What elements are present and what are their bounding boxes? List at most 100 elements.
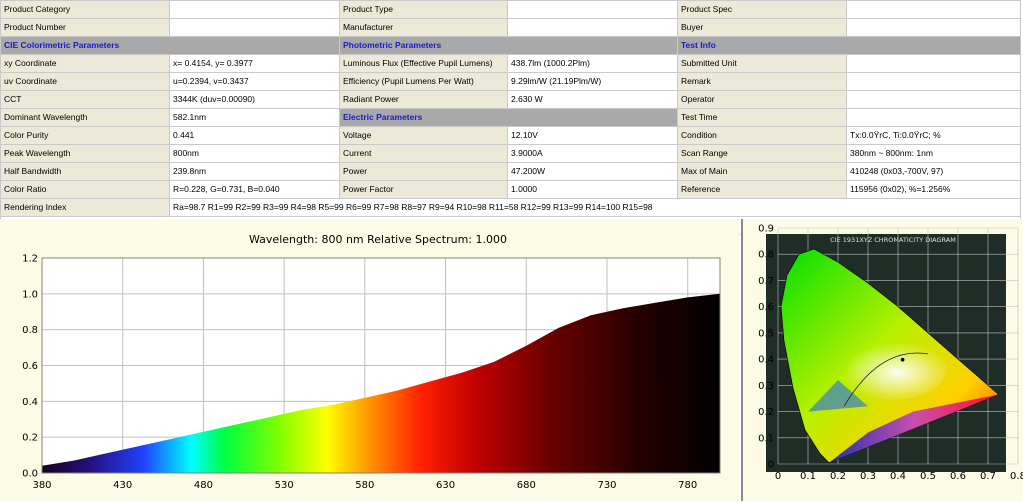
spectrum-header: Wavelength: 800 nm Relative Spectrum: 1.… xyxy=(249,233,507,246)
uv-coordinate-label: uv Coordinate xyxy=(0,72,170,91)
spectrum-panel: Wavelength: 800 nm Relative Spectrum: 1.… xyxy=(0,219,740,501)
luminous-flux-value: 438.7lm (1000.2Plm) xyxy=(507,54,678,73)
voltage-value: 12.10V xyxy=(507,126,678,145)
table-row: Product Category Product Type Product Spec xyxy=(0,0,1021,19)
spectrum-y-tick-label: 0.4 xyxy=(22,397,38,408)
spectrum-chart: Wavelength: 800 nm Relative Spectrum: 1.… xyxy=(22,233,721,491)
operator-value xyxy=(846,90,1021,109)
product-type-label: Product Type xyxy=(339,0,508,19)
buyer-value xyxy=(846,18,1021,37)
spectrum-x-tick-label: 480 xyxy=(194,480,213,491)
table-row: Peak Wavelength 800nm Current 3.9000A Scan R… xyxy=(0,144,1021,163)
color-ratio-label: Color Ratio xyxy=(0,180,170,199)
table-row: Product Number Manufacturer Buyer xyxy=(0,18,1021,37)
test-info-section-header: Test Info xyxy=(677,36,1021,55)
luminous-flux-label: Luminous Flux (Effective Pupil Lumens) xyxy=(339,54,508,73)
scan-range-value: 380nm ~ 800nm: 1nm xyxy=(846,144,1021,163)
cct-label: CCT xyxy=(0,90,170,109)
spectrum-y-tick-label: 1.2 xyxy=(22,254,38,265)
submitted-unit-value xyxy=(846,54,1021,73)
peak-wavelength-label: Peak Wavelength xyxy=(0,144,170,163)
table-row: CIE Colorimetric Parameters Photometric P… xyxy=(0,36,1021,55)
chromaticity-title: CIE 1931XYZ CHROMATICITY DIAGRAM xyxy=(830,236,956,244)
spectrum-y-tick-label: 0.2 xyxy=(22,433,38,444)
max-of-main-value: 410248 (0x03,-700V, 97) xyxy=(846,162,1021,181)
chromaticity-x-tick-label: 0.6 xyxy=(950,471,966,482)
radiant-power-label: Radiant Power xyxy=(339,90,508,109)
spectrum-x-tick-label: 630 xyxy=(436,480,455,491)
product-type-value xyxy=(507,0,678,19)
chromaticity-x-tick-label: 0.3 xyxy=(860,471,876,482)
parameters-table: Product Category Product Type Product Spec… xyxy=(0,0,1021,235)
remark-value xyxy=(846,72,1021,91)
table-row: xy Coordinate x= 0.4154, y= 0.3977 Luminou… xyxy=(0,54,1021,73)
product-number-label: Product Number xyxy=(0,18,170,37)
photometric-section-header: Photometric Parameters xyxy=(339,36,678,55)
test-time-value xyxy=(846,108,1021,127)
max-of-main-label: Max of Main xyxy=(677,162,847,181)
color-ratio-value: R=0.228, G=0.731, B=0.040 xyxy=(169,180,340,199)
current-value: 3.9000A xyxy=(507,144,678,163)
power-factor-value: 1.0000 xyxy=(507,180,678,199)
chromaticity-y-tick-label: 0.5 xyxy=(758,328,774,339)
uv-coordinate-value: u=0.2394, v=0.3437 xyxy=(169,72,340,91)
reference-label: Reference xyxy=(677,180,847,199)
table-row: Dominant Wavelength 582.1nm Electric Param… xyxy=(0,108,1021,127)
chromaticity-x-tick-label: 0 xyxy=(775,471,781,482)
condition-label: Condition xyxy=(677,126,847,145)
spectrum-x-tick-label: 380 xyxy=(32,480,51,491)
spectrum-y-tick-label: 0.8 xyxy=(22,325,38,336)
table-row: Half Bandwidth 239.8nm Power 47.200W Max of … xyxy=(0,162,1021,181)
power-factor-label: Power Factor xyxy=(339,180,508,199)
chromaticity-measured-point xyxy=(900,357,905,362)
manufacturer-label: Manufacturer xyxy=(339,18,508,37)
chromaticity-y-tick-label: 0.2 xyxy=(758,407,774,418)
chromaticity-y-tick-label: 0.8 xyxy=(758,250,774,261)
dominant-wavelength-value: 582.1nm xyxy=(169,108,340,127)
chromaticity-x-tick-label: 0.2 xyxy=(830,471,846,482)
peak-wavelength-value: 800nm xyxy=(169,144,340,163)
xy-coordinate-value: x= 0.4154, y= 0.3977 xyxy=(169,54,340,73)
current-label: Current xyxy=(339,144,508,163)
reference-value: 115956 (0x02), %=1.256% xyxy=(846,180,1021,199)
table-row: Color Purity 0.441 Voltage 12.10V Condition T… xyxy=(0,126,1021,145)
product-number-value xyxy=(169,18,340,37)
spectrum-x-tick-label: 730 xyxy=(597,480,616,491)
table-row: CCT 3344K (duv=0.00090) Radiant Power 2.630… xyxy=(0,90,1021,109)
cie-section-header: CIE Colorimetric Parameters xyxy=(0,36,340,55)
half-bandwidth-label: Half Bandwidth xyxy=(0,162,170,181)
spectrum-y-tick-label: 1.0 xyxy=(22,289,38,300)
chromaticity-y-tick-label: 0 xyxy=(768,460,774,471)
chromaticity-chart: CIE 1931XYZ CHROMATICITY DIAGRAM 0 0.1 0.2… xyxy=(758,224,1023,483)
table-row: uv Coordinate u=0.2394, v=0.3437 Efficienc… xyxy=(0,72,1021,91)
chromaticity-x-tick-label: 0.4 xyxy=(890,471,906,482)
xy-coordinate-label: xy Coordinate xyxy=(0,54,170,73)
color-purity-label: Color Purity xyxy=(0,126,170,145)
spectrum-x-tick-label: 530 xyxy=(275,480,294,491)
spectrum-y-tick-label: 0.6 xyxy=(22,361,38,372)
product-spec-value xyxy=(846,0,1021,19)
power-value: 47.200W xyxy=(507,162,678,181)
radiant-power-value: 2.630 W xyxy=(507,90,678,109)
dominant-wavelength-label: Dominant Wavelength xyxy=(0,108,170,127)
product-spec-label: Product Spec xyxy=(677,0,847,19)
submitted-unit-label: Submitted Unit xyxy=(677,54,847,73)
chromaticity-x-tick-label: 0.7 xyxy=(980,471,996,482)
efficiency-label: Efficiency (Pupil Lumens Per Watt) xyxy=(339,72,508,91)
cct-value: 3344K (duv=0.00090) xyxy=(169,90,340,109)
chromaticity-y-tick-label: 0.6 xyxy=(758,302,774,313)
voltage-label: Voltage xyxy=(339,126,508,145)
scan-range-label: Scan Range xyxy=(677,144,847,163)
spectrum-x-tick-label: 430 xyxy=(113,480,132,491)
chromaticity-x-tick-label: 0.5 xyxy=(920,471,936,482)
rendering-index-value: Ra=98.7 R1=99 R2=99 R3=99 R4=98 R5=99 R6… xyxy=(169,198,1021,217)
condition-value: Tx:0.0ŸrC, Ti:0.0ŸrC; % xyxy=(846,126,1021,145)
chromaticity-y-tick-label: 0.4 xyxy=(758,355,774,366)
chromaticity-y-tick-label: 0.7 xyxy=(758,276,774,287)
chromaticity-y-tick-label: 0.9 xyxy=(758,224,774,235)
chromaticity-y-tick-label: 0.1 xyxy=(758,433,774,444)
spectrum-y-tick-label: 0.0 xyxy=(22,469,38,480)
manufacturer-value xyxy=(507,18,678,37)
buyer-label: Buyer xyxy=(677,18,847,37)
electric-section-header: Electric Parameters xyxy=(339,108,678,127)
